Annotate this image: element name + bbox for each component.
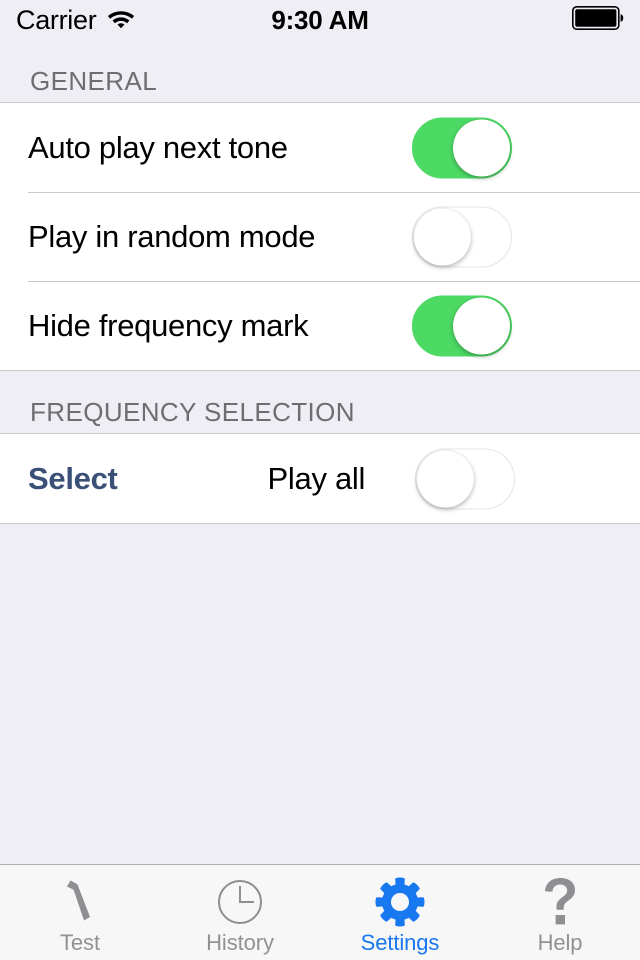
empty-space	[0, 524, 640, 824]
row-play-in-random-mode[interactable]: Play in random mode	[0, 192, 640, 281]
battery-full-icon	[572, 5, 624, 35]
section-header-label: GENERAL	[30, 66, 158, 96]
tab-label: Settings	[360, 929, 440, 955]
tab-bar: Test History Settings Help	[0, 864, 640, 960]
tab-settings[interactable]: Settings	[320, 865, 480, 960]
tuning-fork-icon	[57, 876, 103, 928]
tab-test[interactable]: Test	[0, 865, 160, 960]
tab-label: Help	[537, 929, 583, 955]
row-auto-play-next-tone[interactable]: Auto play next tone	[0, 103, 640, 192]
row-hide-frequency-mark[interactable]: Hide frequency mark	[0, 281, 640, 370]
row-label: Hide frequency mark	[28, 308, 309, 343]
select-link[interactable]: Select	[28, 463, 118, 494]
tab-label: Test	[60, 929, 100, 955]
toggle-auto-play-next-tone[interactable]	[412, 117, 512, 178]
play-all-label: Play all	[267, 461, 366, 496]
carrier-label: Carrier	[16, 4, 97, 35]
status-bar: Carrier 9:30 AM	[0, 0, 640, 40]
tab-label: History	[206, 929, 274, 955]
toggle-play-all[interactable]	[415, 448, 515, 509]
question-mark-icon	[540, 876, 580, 928]
toggle-knob	[414, 208, 471, 265]
status-bar-left: Carrier	[16, 4, 136, 35]
toggle-hide-frequency-mark[interactable]	[412, 295, 512, 356]
tab-history[interactable]: History	[160, 865, 320, 960]
wifi-icon	[106, 7, 136, 34]
section-header-frequency-selection: FREQUENCY SELECTION	[0, 371, 640, 433]
gear-icon	[374, 876, 426, 928]
row-label: Auto play next tone	[28, 130, 288, 165]
app-screen: Carrier 9:30 AM GENERAL Auto play next t…	[0, 0, 640, 960]
settings-group-general: Auto play next tone Play in random mode …	[0, 102, 640, 371]
clock-icon	[215, 876, 265, 928]
status-bar-right	[572, 5, 624, 35]
section-header-general: GENERAL	[0, 40, 640, 102]
settings-group-frequency-selection: Select Play all	[0, 433, 640, 524]
toggle-knob	[453, 297, 510, 354]
toggle-play-in-random-mode[interactable]	[412, 206, 512, 267]
toggle-knob	[453, 119, 510, 176]
tab-help[interactable]: Help	[480, 865, 640, 960]
settings-content: GENERAL Auto play next tone Play in rand…	[0, 40, 640, 864]
toggle-knob	[417, 450, 474, 507]
row-label: Play in random mode	[28, 219, 316, 254]
row-select-play-all[interactable]: Select Play all	[0, 434, 640, 523]
section-header-label: FREQUENCY SELECTION	[30, 397, 355, 427]
